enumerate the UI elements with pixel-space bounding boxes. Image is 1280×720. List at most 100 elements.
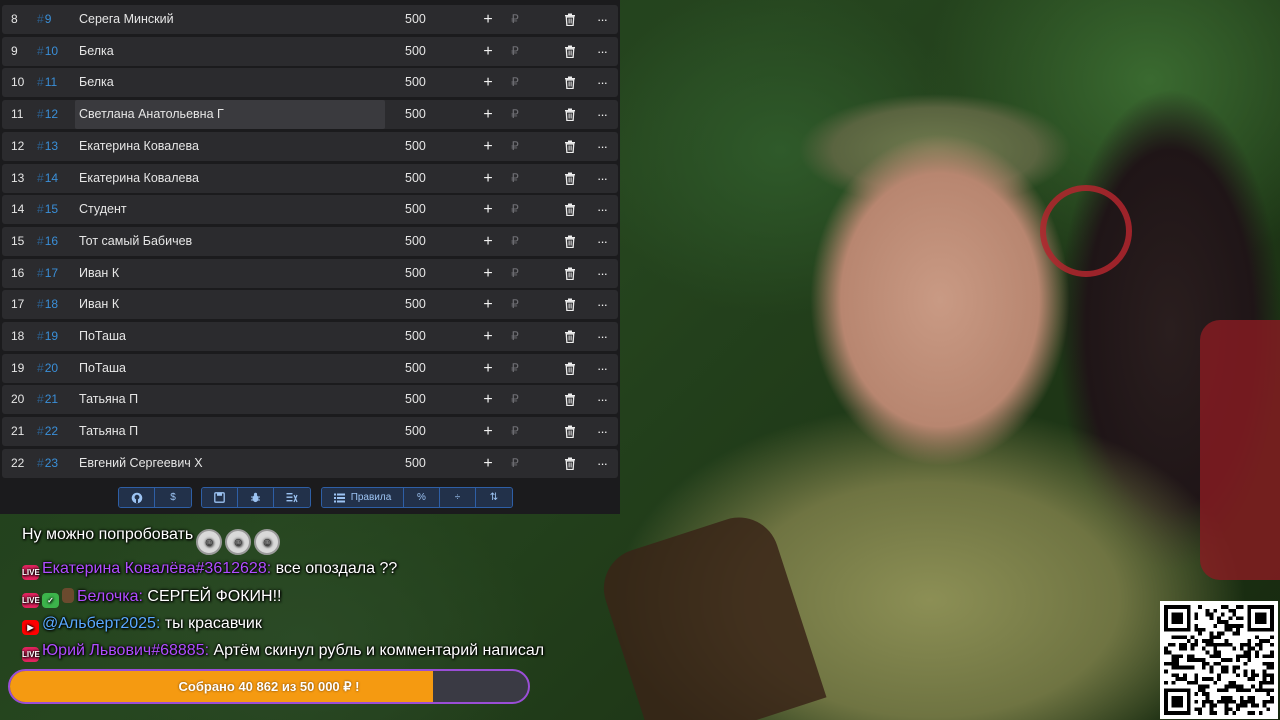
- add-button[interactable]: +: [480, 227, 496, 256]
- trash-icon[interactable]: [564, 425, 578, 441]
- trash-icon[interactable]: [564, 76, 578, 92]
- currency-button[interactable]: ₽: [509, 5, 521, 34]
- donor-name-field[interactable]: Иван К: [75, 259, 385, 288]
- donation-id-link[interactable]: #20: [37, 354, 67, 383]
- donor-name-field[interactable]: Евгений Сергеевич Х: [75, 449, 385, 478]
- donation-id-link[interactable]: #23: [37, 449, 67, 478]
- trash-icon[interactable]: [564, 457, 578, 473]
- trash-icon[interactable]: [564, 140, 578, 156]
- currency-button[interactable]: ₽: [509, 354, 521, 383]
- donor-name-field[interactable]: Серега Минский: [75, 5, 385, 34]
- trash-icon[interactable]: [564, 362, 578, 378]
- trash-icon[interactable]: [564, 45, 578, 61]
- more-options-icon[interactable]: ···: [594, 68, 610, 97]
- add-button[interactable]: +: [480, 385, 496, 414]
- more-options-icon[interactable]: ···: [594, 259, 610, 288]
- donation-id-link[interactable]: #16: [37, 227, 67, 256]
- donation-id-link[interactable]: #13: [37, 132, 67, 161]
- more-options-icon[interactable]: ···: [594, 385, 610, 414]
- debug-button[interactable]: [238, 488, 274, 507]
- add-button[interactable]: +: [480, 259, 496, 288]
- add-button[interactable]: +: [480, 322, 496, 351]
- more-options-icon[interactable]: ···: [594, 37, 610, 66]
- donation-id-link[interactable]: #22: [37, 417, 67, 446]
- currency-button[interactable]: ₽: [509, 417, 521, 446]
- more-options-icon[interactable]: ···: [594, 100, 610, 129]
- toolbar-button-3[interactable]: ⇅: [476, 488, 512, 507]
- more-options-icon[interactable]: ···: [594, 322, 610, 351]
- clear-list-button[interactable]: [274, 488, 310, 507]
- add-button[interactable]: +: [480, 290, 496, 319]
- toolbar-button-1[interactable]: %: [404, 488, 440, 507]
- add-button[interactable]: +: [480, 164, 496, 193]
- add-button[interactable]: +: [480, 354, 496, 383]
- more-options-icon[interactable]: ···: [594, 195, 610, 224]
- more-options-icon[interactable]: ···: [594, 227, 610, 256]
- donor-name-field[interactable]: Белка: [75, 37, 385, 66]
- currency-button[interactable]: ₽: [509, 132, 521, 161]
- more-options-icon[interactable]: ···: [594, 290, 610, 319]
- donor-name-field[interactable]: Екатерина Ковалева: [75, 164, 385, 193]
- add-button[interactable]: +: [480, 100, 496, 129]
- donor-name-field[interactable]: Светлана Анатольевна Г: [75, 100, 385, 130]
- donor-name-field[interactable]: Студент: [75, 195, 385, 224]
- currency-button[interactable]: ₽: [509, 68, 521, 97]
- trash-icon[interactable]: [564, 13, 578, 29]
- github-button[interactable]: [119, 488, 155, 507]
- donor-name-field[interactable]: Белка: [75, 68, 385, 97]
- donor-name-field[interactable]: Татьяна П: [75, 417, 385, 446]
- donation-id-link[interactable]: #11: [37, 68, 67, 97]
- add-button[interactable]: +: [480, 68, 496, 97]
- currency-button[interactable]: ₽: [509, 259, 521, 288]
- add-button[interactable]: +: [480, 417, 496, 446]
- currency-button[interactable]: ₽: [509, 290, 521, 319]
- currency-button[interactable]: ₽: [509, 37, 521, 66]
- donation-id-link[interactable]: #21: [37, 385, 67, 414]
- currency-button[interactable]: ₽: [509, 385, 521, 414]
- more-options-icon[interactable]: ···: [594, 354, 610, 383]
- donation-id-link[interactable]: #18: [37, 290, 67, 319]
- trash-icon[interactable]: [564, 203, 578, 219]
- add-button[interactable]: +: [480, 195, 496, 224]
- donation-id-link[interactable]: #9: [37, 5, 67, 34]
- more-options-icon[interactable]: ···: [594, 132, 610, 161]
- donation-id-link[interactable]: #12: [37, 100, 67, 129]
- currency-button[interactable]: ₽: [509, 227, 521, 256]
- donor-name-field[interactable]: ПоТаша: [75, 322, 385, 351]
- donation-id-link[interactable]: #15: [37, 195, 67, 224]
- rules-button[interactable]: Правила: [322, 488, 404, 507]
- currency-button[interactable]: ₽: [509, 322, 521, 351]
- laughing-emote-icon: ☺: [196, 529, 223, 555]
- trash-icon[interactable]: [564, 172, 578, 188]
- currency-button[interactable]: ₽: [509, 195, 521, 224]
- more-options-icon[interactable]: ···: [594, 5, 610, 34]
- trash-icon[interactable]: [564, 108, 578, 124]
- add-button[interactable]: +: [480, 132, 496, 161]
- trash-icon[interactable]: [564, 298, 578, 314]
- donation-id-link[interactable]: #17: [37, 259, 67, 288]
- add-button[interactable]: +: [480, 5, 496, 34]
- trash-icon[interactable]: [564, 235, 578, 251]
- currency-button[interactable]: ₽: [509, 100, 521, 129]
- more-options-icon[interactable]: ···: [594, 417, 610, 446]
- donor-name-field[interactable]: Иван К: [75, 290, 385, 319]
- donation-id-link[interactable]: #10: [37, 37, 67, 66]
- more-options-icon[interactable]: ···: [594, 164, 610, 193]
- donation-id-link[interactable]: #14: [37, 164, 67, 193]
- trash-icon[interactable]: [564, 267, 578, 283]
- donor-name-field[interactable]: Татьяна П: [75, 385, 385, 414]
- trash-icon[interactable]: [564, 393, 578, 409]
- donation-id-link[interactable]: #19: [37, 322, 67, 351]
- currency-button[interactable]: ₽: [509, 164, 521, 193]
- add-button[interactable]: +: [480, 37, 496, 66]
- toolbar-button-1[interactable]: $: [155, 488, 191, 507]
- toolbar-button-2[interactable]: ÷: [440, 488, 476, 507]
- donor-name-field[interactable]: ПоТаша: [75, 354, 385, 383]
- save-button[interactable]: [202, 488, 238, 507]
- add-button[interactable]: +: [480, 449, 496, 478]
- more-options-icon[interactable]: ···: [594, 449, 610, 478]
- donor-name-field[interactable]: Екатерина Ковалева: [75, 132, 385, 161]
- donor-name-field[interactable]: Тот самый Бабичев: [75, 227, 385, 256]
- trash-icon[interactable]: [564, 330, 578, 346]
- currency-button[interactable]: ₽: [509, 449, 521, 478]
